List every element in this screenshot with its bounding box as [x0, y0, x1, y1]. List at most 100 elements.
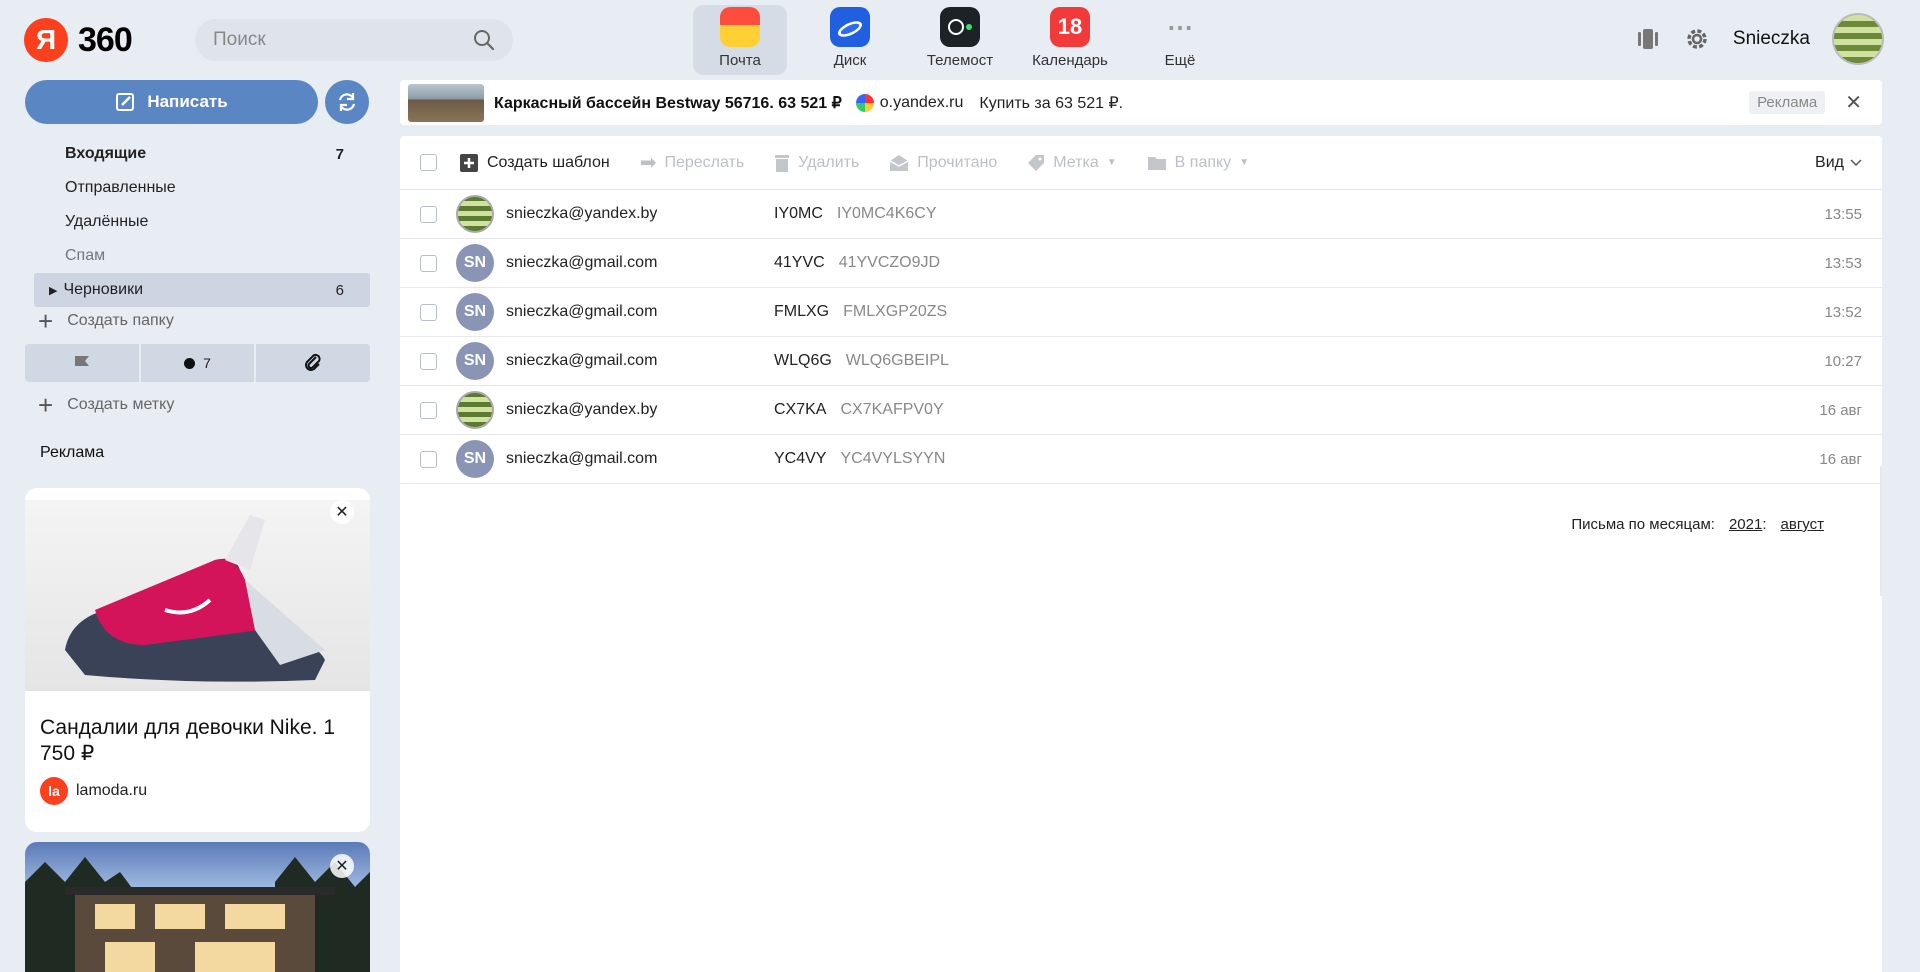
sidebar-ad-card[interactable]: ✕ Сандалии для девочки Nike. 1 750 ₽ la …	[25, 488, 370, 832]
folder-spam[interactable]: Спам	[34, 239, 370, 273]
user-avatar[interactable]	[1832, 13, 1884, 65]
attachment-filter[interactable]	[256, 344, 371, 382]
ad-product-image	[25, 500, 370, 691]
ad-house-image	[25, 842, 370, 972]
username[interactable]: Snieczka	[1733, 28, 1810, 50]
message-row[interactable]: SN snieczka@gmail.com 41YVC 41YVCZO9JD 1…	[400, 239, 1882, 288]
message-subject: YC4VY	[774, 450, 827, 467]
banner-pool-image	[408, 83, 484, 122]
create-template-label: Создать шаблон	[487, 153, 610, 171]
calendar-app-icon: 18	[1050, 7, 1090, 47]
app-disk[interactable]: Диск	[803, 5, 897, 75]
app-mail[interactable]: Почта	[693, 5, 787, 75]
app-more[interactable]: ⋯ Ещё	[1133, 5, 1227, 75]
message-checkbox[interactable]	[420, 303, 437, 321]
message-subject: FMLXG	[774, 303, 830, 320]
compose-button[interactable]: Написать	[25, 80, 318, 124]
gear-icon[interactable]	[1683, 25, 1711, 53]
sender-avatar: SN	[456, 440, 494, 478]
unread-count: 7	[203, 355, 211, 371]
message-row[interactable]: SN snieczka@gmail.com YC4VY YC4VYLSYYN 1…	[400, 435, 1882, 484]
layout-toggle-icon[interactable]	[1635, 26, 1661, 52]
folder-drafts[interactable]: ▶ Черновики 6	[34, 273, 370, 307]
banner-buy-text: Купить за 63 521 ₽.	[979, 94, 1124, 112]
delete-button[interactable]: Удалить	[774, 153, 859, 173]
sender-email: snieczka@yandex.by	[506, 205, 658, 222]
message-snippet: CX7KAFPV0Y	[840, 401, 944, 418]
move-to-folder-dropdown[interactable]: В папку ▼	[1147, 154, 1249, 172]
create-label-text: Создать метку	[67, 396, 175, 413]
ad-source: la lamoda.ru	[25, 767, 370, 815]
view-dropdown[interactable]: Вид	[1815, 154, 1862, 172]
close-ad-icon[interactable]: ✕	[330, 854, 354, 878]
message-snippet: 41YVCZO9JD	[838, 254, 941, 271]
app-telemost-label: Телемост	[926, 52, 994, 69]
folder-deleted[interactable]: Удалённые	[34, 205, 370, 239]
dropdown-caret-icon: ▼	[1239, 157, 1250, 168]
message-row[interactable]: SN snieczka@gmail.com WLQ6G WLQ6GBEIPL 1…	[400, 337, 1882, 386]
message-checkbox[interactable]	[420, 450, 437, 468]
close-ad-icon[interactable]: ✕	[330, 500, 354, 524]
refresh-button[interactable]	[325, 80, 369, 124]
create-label-link[interactable]: + Создать метку	[38, 392, 175, 418]
year-link[interactable]: 2021	[1729, 516, 1762, 533]
trash-icon	[775, 154, 790, 172]
flag-icon	[74, 356, 89, 366]
create-template-button[interactable]: Создать шаблон	[459, 153, 610, 173]
app-disk-label: Диск	[833, 52, 867, 69]
folder-inbox[interactable]: Входящие 7	[34, 137, 370, 171]
flag-filter[interactable]	[25, 344, 139, 382]
unread-dot-icon	[184, 357, 196, 369]
folder-count: 7	[335, 145, 344, 163]
yandex-360-logo[interactable]: Я 360	[24, 18, 133, 62]
scrollbar[interactable]	[1880, 466, 1882, 596]
message-checkbox[interactable]	[420, 205, 437, 223]
select-all-checkbox[interactable]	[420, 154, 437, 171]
ad-title: Сандалии для девочки Nike. 1 750 ₽	[40, 716, 335, 765]
banner-title: Каркасный бассейн Bestway 56716. 63 521 …	[494, 94, 842, 112]
open-envelope-icon	[889, 154, 909, 171]
plus-icon: +	[38, 306, 54, 336]
tag-icon	[1028, 154, 1045, 171]
compose-label: Написать	[147, 92, 228, 111]
forward-button[interactable]: ➡ Переслать	[640, 150, 745, 175]
message-row[interactable]: snieczka@yandex.by CX7KA CX7KAFPV0Y 16 а…	[400, 386, 1882, 435]
compose-row: Написать	[25, 80, 369, 124]
app-calendar[interactable]: 18 Календарь	[1023, 5, 1117, 75]
sender-avatar	[456, 391, 494, 429]
expand-triangle-icon[interactable]: ▶	[49, 285, 57, 297]
app-telemost[interactable]: Телемост	[913, 5, 1007, 75]
message-checkbox[interactable]	[420, 254, 437, 272]
message-time: 16 авг	[1819, 401, 1862, 419]
mail-app-icon	[720, 7, 760, 47]
message-snippet: YC4VYLSYYN	[840, 450, 946, 467]
lamoda-logo-icon: la	[40, 777, 68, 805]
message-row[interactable]: SN snieczka@gmail.com FMLXG FMLXGP20ZS 1…	[400, 288, 1882, 337]
sender-email: snieczka@gmail.com	[506, 254, 658, 271]
top-banner-ad[interactable]: Каркасный бассейн Bestway 56716. 63 521 …	[400, 80, 1882, 125]
mail-toolbar: Создать шаблон ➡ Переслать Удалить Прочи…	[400, 136, 1882, 190]
mark-read-button[interactable]: Прочитано	[889, 154, 997, 172]
year-wrap: 2021:	[1728, 516, 1767, 533]
message-subject: WLQ6G	[774, 352, 832, 369]
sidebar-ad-card-2[interactable]: ✕	[25, 842, 370, 972]
message-checkbox[interactable]	[420, 352, 437, 370]
disk-app-icon	[830, 7, 870, 47]
banner-close-icon[interactable]: ✕	[1845, 90, 1862, 115]
search-input[interactable]	[213, 29, 473, 51]
message-subject: 41YVC	[774, 254, 825, 271]
create-folder-link[interactable]: + Создать папку	[38, 306, 174, 336]
sender-email: snieczka@gmail.com	[506, 352, 658, 369]
search-icon[interactable]	[473, 29, 495, 51]
month-link[interactable]: август	[1781, 516, 1824, 533]
folder-drafts-wrap: ▶ Черновики	[49, 281, 143, 299]
message-checkbox[interactable]	[420, 401, 437, 419]
search-box[interactable]	[195, 19, 513, 61]
folder-sent[interactable]: Отправленные	[34, 171, 370, 205]
header-user-area: Snieczka	[1635, 13, 1884, 65]
message-row[interactable]: snieczka@yandex.by IY0MC IY0MC4K6CY 13:5…	[400, 190, 1882, 239]
label-dropdown[interactable]: Метка ▼	[1027, 154, 1117, 172]
unread-filter[interactable]: 7	[140, 344, 255, 382]
forward-label: Переслать	[664, 153, 745, 171]
view-label: Вид	[1815, 153, 1844, 171]
